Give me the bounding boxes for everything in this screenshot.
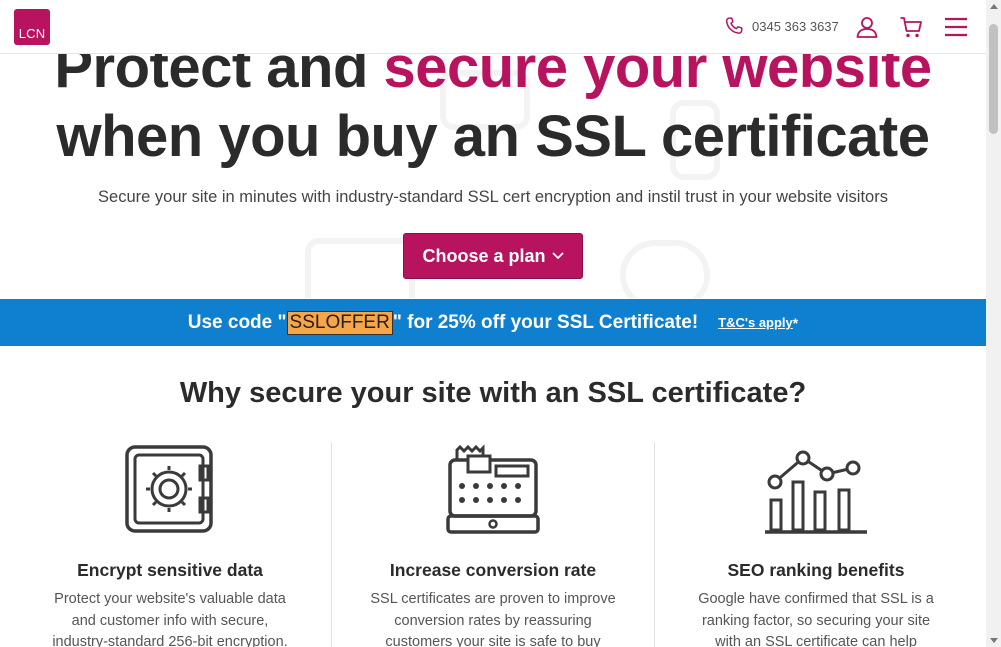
phone-link[interactable]: 0345 363 3637: [724, 16, 839, 36]
scroll-up-arrow-icon[interactable]: [990, 4, 998, 9]
promo-suffix: " for 25% off your SSL Certificate!: [392, 311, 699, 333]
feature-conversion: Increase conversion rate SSL certificate…: [332, 440, 654, 647]
menu-icon: [945, 17, 967, 37]
tc-asterisk: *: [792, 314, 799, 331]
account-icon: [856, 17, 878, 38]
page-title-line-2: when you buy an SSL certificate: [56, 104, 931, 169]
feature-title: SEO ranking benefits: [727, 560, 905, 580]
cart-icon: [900, 17, 922, 38]
page-scrollbar[interactable]: [986, 0, 1001, 647]
site-header: LCN 0345 363 3637: [0, 0, 986, 54]
scroll-down-arrow-icon[interactable]: [990, 638, 998, 643]
choose-plan-label: Choose a plan: [422, 245, 546, 266]
feature-text: Google have confirmed that SSL is a rank…: [698, 591, 934, 647]
choose-plan-button[interactable]: Choose a plan: [403, 233, 583, 279]
promo-prefix: Use code ": [187, 311, 287, 333]
feature-encrypt: Encrypt sensitive data Protect your webs…: [9, 440, 331, 647]
phone-icon: [725, 17, 743, 34]
why-section-title: Why secure your site with an SSL certifi…: [179, 377, 807, 409]
promo-code: SSLOFFER: [286, 310, 393, 335]
feature-text: SSL certificates are proven to improve c…: [370, 591, 616, 647]
tc-link[interactable]: T&C's apply: [718, 315, 793, 330]
seo-chart-icon: [765, 450, 867, 534]
menu-button[interactable]: [943, 14, 969, 40]
feature-seo: SEO ranking benefits Google have confirm…: [655, 440, 977, 647]
feature-text: Protect your website's valuable data and…: [52, 591, 288, 647]
scrollbar-thumb[interactable]: [989, 24, 998, 134]
lcn-logo[interactable]: LCN: [14, 9, 50, 45]
background-decoration: [305, 238, 415, 298]
cash-register-icon: [446, 444, 540, 534]
promo-banner: Use code " SSLOFFER " for 25% off your SSL…: [0, 299, 986, 346]
chevron-down-icon: [551, 252, 564, 260]
cart-button[interactable]: [898, 14, 924, 40]
phone-number: 0345 363 3637: [752, 18, 839, 34]
account-button[interactable]: [854, 14, 880, 40]
feature-title: Increase conversion rate: [389, 560, 597, 580]
safe-icon: [125, 445, 213, 533]
background-decoration: [620, 240, 710, 298]
hero-subtitle: Secure your site in minutes with industr…: [98, 188, 888, 206]
feature-title: Encrypt sensitive data: [77, 560, 263, 580]
